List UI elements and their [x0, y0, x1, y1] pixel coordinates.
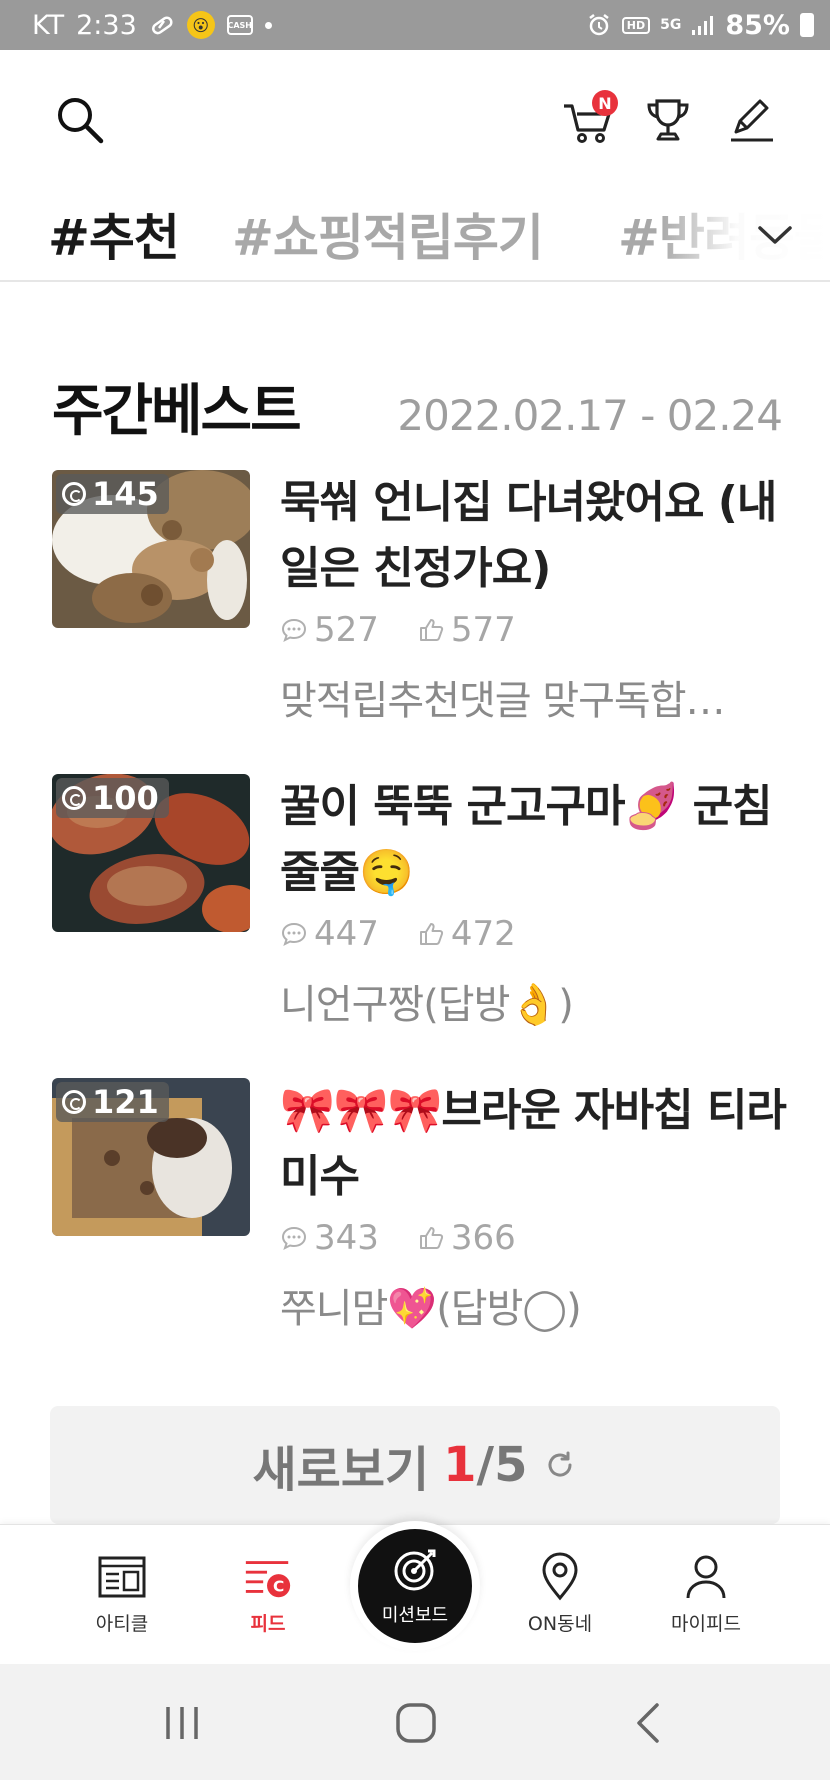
- write-button[interactable]: [724, 92, 780, 148]
- comment-icon: [281, 1226, 307, 1250]
- nav-feed[interactable]: C 피드: [208, 1551, 328, 1636]
- hd-voice-icon: HD: [621, 16, 651, 34]
- pencil-icon: [731, 99, 773, 142]
- recent-apps-button[interactable]: [152, 1700, 212, 1746]
- nav-label: 피드: [250, 1613, 286, 1635]
- trophy-icon: [647, 99, 689, 141]
- like-count: 366: [450, 1218, 516, 1258]
- back-icon: [637, 1703, 659, 1743]
- status-bar: KT 2:33 😮 CASH HD 5G 85%: [0, 0, 830, 50]
- emoji-face-icon: 😮: [186, 11, 215, 39]
- pill-icon: [149, 12, 175, 38]
- cash-badge: 145: [56, 474, 169, 514]
- tabs-expand-button[interactable]: [750, 210, 800, 260]
- post-title[interactable]: 묵쒀 언니집 다녀왔어요 (내일은 친정가요): [280, 470, 790, 602]
- battery-percent: 85%: [725, 9, 790, 41]
- refresh-total-pages: /5: [476, 1437, 528, 1493]
- tabs-fade-overlay: [660, 190, 830, 280]
- nav-label: 아티클: [95, 1613, 149, 1635]
- article-icon: [98, 1556, 146, 1598]
- post-title[interactable]: 🎀🎀🎀브라운 자바칩 티라미수: [280, 1078, 790, 1210]
- refresh-label: 새로보기: [252, 1442, 430, 1498]
- nav-my-feed[interactable]: 마이피드: [646, 1551, 766, 1636]
- chevron-down-icon: [758, 226, 792, 244]
- cash-coin-icon: [62, 482, 86, 506]
- post-author[interactable]: 쭈니맘💖(답방◯): [280, 1276, 780, 1334]
- cash-amount: 121: [92, 1083, 159, 1121]
- refresh-current-page: 1: [443, 1437, 477, 1493]
- nav-label: ON동네: [527, 1613, 593, 1635]
- like-count: 577: [450, 610, 516, 650]
- post-stats: 447 472: [280, 914, 554, 954]
- refresh-button[interactable]: 새로보기 1 /5: [50, 1406, 780, 1524]
- section-title: 주간베스트: [52, 379, 302, 444]
- back-button[interactable]: [618, 1700, 678, 1746]
- post-thumbnail: 100: [52, 774, 250, 932]
- cash-amount: 145: [92, 475, 159, 513]
- search-button[interactable]: [52, 92, 108, 148]
- network-type-icon: 5G: [660, 17, 682, 33]
- nav-mission-board[interactable]: 미션보드: [350, 1521, 480, 1651]
- home-button[interactable]: [386, 1700, 446, 1746]
- cart-new-badge: N: [592, 90, 618, 116]
- tab-shopping-review[interactable]: #쇼핑적립후기: [232, 198, 544, 270]
- notification-dot-icon: [264, 21, 272, 29]
- cash-badge: 121: [56, 1082, 169, 1122]
- nav-on-neighborhood[interactable]: ON동네: [500, 1551, 620, 1636]
- post-author[interactable]: 맞적립추천댓글 맞구독합…: [280, 668, 780, 726]
- svg-text:C: C: [273, 1577, 284, 1595]
- post-author[interactable]: 니언구짱(답방👌): [280, 972, 780, 1030]
- search-icon: [58, 98, 104, 144]
- comment-count: 527: [314, 610, 379, 650]
- cash-badge: 100: [56, 778, 169, 818]
- cash-icon: CASH: [226, 15, 253, 35]
- weekly-best-header: 주간베스트 2022.02.17 - 02.24: [52, 366, 783, 447]
- ranking-button[interactable]: [640, 92, 696, 148]
- comment-icon: [281, 618, 307, 642]
- battery-icon: [800, 13, 814, 37]
- carrier-label: KT: [32, 9, 65, 41]
- best-post-item[interactable]: 121 🎀🎀🎀브라운 자바칩 티라미수 343 366 쭈니맘💖(답방◯): [52, 1078, 787, 1338]
- hashtag-tabs: #추천 #쇼핑적립후기 #반려동물: [0, 190, 830, 282]
- refresh-icon: [543, 1448, 577, 1482]
- nav-article[interactable]: 아티클: [62, 1551, 182, 1636]
- top-header: N: [0, 50, 830, 190]
- cash-coin-icon: [62, 786, 86, 810]
- post-title[interactable]: 꿀이 뚝뚝 군고구마🍠 군침 줄줄🤤: [280, 774, 790, 906]
- best-post-item[interactable]: 145 묵쒀 언니집 다녀왔어요 (내일은 친정가요) 527 577 맞적립추…: [52, 470, 782, 730]
- target-icon: [394, 1549, 436, 1591]
- signal-icon: [691, 14, 715, 36]
- like-count: 472: [450, 914, 516, 954]
- cash-coin-icon: [62, 1090, 86, 1114]
- alarm-icon: [586, 12, 612, 38]
- home-icon: [396, 1703, 436, 1743]
- system-navigation-bar: [0, 1664, 830, 1780]
- comment-count: 343: [314, 1218, 379, 1258]
- clock: 2:33: [76, 9, 137, 41]
- nav-label: 마이피드: [671, 1613, 741, 1635]
- date-range: 2022.02.17 - 02.24: [397, 391, 783, 440]
- tab-recommended[interactable]: #추천: [48, 198, 180, 270]
- cart-button[interactable]: N: [556, 88, 620, 152]
- feed-icon: C: [245, 1561, 291, 1598]
- comment-count: 447: [314, 914, 379, 954]
- bottom-navigation: 아티클 C 피드 미션보드 ON동네 마이피드: [0, 1521, 830, 1664]
- nav-label: 미션보드: [381, 1605, 449, 1626]
- post-thumbnail: 145: [52, 470, 250, 628]
- recent-apps-icon: [166, 1707, 198, 1739]
- thumbs-up-icon: [419, 1227, 444, 1249]
- post-stats: 527 577: [280, 610, 554, 650]
- thumbs-up-icon: [419, 923, 444, 945]
- comment-icon: [281, 922, 307, 946]
- post-thumbnail: 121: [52, 1078, 250, 1236]
- thumbs-up-icon: [419, 619, 444, 641]
- cash-amount: 100: [92, 779, 159, 817]
- location-pin-icon: [542, 1552, 578, 1601]
- app-screen: KT 2:33 😮 CASH HD 5G 85% N #추천 #쇼핑적립후기 주…: [0, 0, 830, 1780]
- person-icon: [686, 1555, 726, 1599]
- post-stats: 343 366: [280, 1218, 554, 1258]
- best-post-item[interactable]: 100 꿀이 뚝뚝 군고구마🍠 군침 줄줄🤤 447 472 니언구짱(답방👌): [52, 774, 782, 1034]
